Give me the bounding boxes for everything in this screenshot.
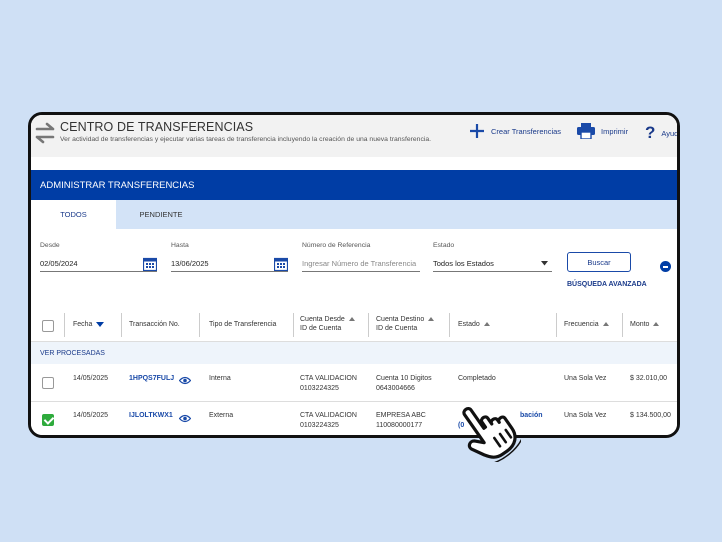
create-transfer-button[interactable]: Crear Transferencias <box>469 123 561 139</box>
desde-date-field[interactable]: 02/05/2024 <box>40 257 157 272</box>
page-title: CENTRO DE TRANSFERENCIAS <box>60 120 254 134</box>
estado-label: Estado <box>433 242 455 249</box>
row-estado: Completado <box>458 375 496 382</box>
table-header: Fecha Transacción No. Tipo de Transferen… <box>31 308 677 342</box>
row-cuenta-desde: CTA VALIDACION 0103224325 <box>300 412 357 429</box>
row-estado-link[interactable]: bación <box>520 411 543 421</box>
column-divider <box>556 313 557 337</box>
column-monto[interactable]: Monto <box>630 320 660 329</box>
eye-icon[interactable] <box>179 414 191 423</box>
column-transaccion: Transacción No. <box>129 321 180 328</box>
page-header: CENTRO DE TRANSFERENCIAS Ver actividad d… <box>31 115 677 157</box>
screenshot-frame: CENTRO DE TRANSFERENCIAS Ver actividad d… <box>28 112 680 438</box>
hand-pointer-icon <box>462 407 521 462</box>
help-label: Ayud <box>661 128 677 138</box>
group-row: VER PROCESADAS <box>31 342 677 364</box>
eye-icon[interactable] <box>179 376 191 385</box>
row-tipo: Interna <box>209 375 231 382</box>
column-cuenta-desde[interactable]: Cuenta Desde ID de Cuenta <box>300 315 355 333</box>
row-checkbox[interactable] <box>42 414 54 426</box>
row-monto: $ 32.010,00 <box>630 375 667 382</box>
row-checkbox[interactable] <box>42 377 54 389</box>
table-row[interactable]: 14/05/2025 IJLOLTKWX1 Externa CTA VALIDA… <box>31 402 677 435</box>
table-row[interactable]: 14/05/2025 1HPQS7FULJ Interna CTA VALIDA… <box>31 364 677 402</box>
search-button[interactable]: Buscar <box>567 252 631 272</box>
section-title: ADMINISTRAR TRANSFERENCIAS <box>40 180 195 191</box>
column-frecuencia[interactable]: Frecuencia <box>564 320 609 329</box>
sort-icon <box>483 322 490 327</box>
estado-value: Todos los Estados <box>433 259 494 268</box>
estado-select[interactable]: Todos los Estados <box>433 257 552 272</box>
sort-icon <box>653 322 660 327</box>
column-fecha[interactable]: Fecha <box>73 320 105 329</box>
sort-icon <box>348 317 355 322</box>
column-cuenta-destino[interactable]: Cuenta Destino ID de Cuenta <box>376 315 435 333</box>
desde-label: Desde <box>40 242 60 249</box>
row-transaccion-link[interactable]: 1HPQS7FULJ <box>129 374 174 384</box>
minus-circle-icon[interactable] <box>660 261 671 272</box>
sort-icon <box>428 317 435 322</box>
calendar-icon[interactable] <box>274 257 288 271</box>
row-cuenta-destino: EMPRESA ABC 110080000177 <box>376 412 426 429</box>
column-divider <box>121 313 122 337</box>
tab-bar: TODOS PENDIENTE <box>31 200 677 229</box>
referencia-input[interactable]: Ingresar Número de Transferencia <box>302 257 420 272</box>
hasta-label: Hasta <box>171 242 189 249</box>
help-icon: ? <box>645 123 656 142</box>
row-fecha: 14/05/2025 <box>73 375 109 382</box>
print-button[interactable]: Imprimir <box>577 123 628 139</box>
row-monto: $ 134.500,00 <box>630 412 671 419</box>
hasta-date-field[interactable]: 13/06/2025 <box>171 257 288 272</box>
desde-value: 02/05/2024 <box>40 259 78 268</box>
page-subtitle: Ver actividad de transferencias y ejecut… <box>60 136 432 143</box>
print-label: Imprimir <box>601 126 629 136</box>
row-transaccion-link[interactable]: IJLOLTKWX1 <box>129 411 173 421</box>
column-tipo: Tipo de Transferencia <box>209 321 277 328</box>
printer-icon <box>577 123 595 139</box>
chevron-down-icon <box>541 261 548 266</box>
row-cuenta-desde: CTA VALIDACION 0103224325 <box>300 375 357 392</box>
tab-todos[interactable]: TODOS <box>31 200 116 229</box>
sort-icon <box>602 322 609 327</box>
plus-icon <box>470 124 484 138</box>
create-transfer-label: Crear Transferencias <box>491 126 562 136</box>
help-button[interactable]: ? Ayud <box>645 123 677 143</box>
select-all-checkbox[interactable] <box>42 320 54 332</box>
column-divider <box>368 313 369 337</box>
swap-arrows-icon <box>35 122 55 144</box>
column-divider <box>293 313 294 337</box>
sort-desc-icon <box>96 321 105 327</box>
column-divider <box>449 313 450 337</box>
tab-pendiente[interactable]: PENDIENTE <box>116 200 206 229</box>
calendar-icon[interactable] <box>143 257 157 271</box>
column-estado[interactable]: Estado <box>458 320 490 329</box>
view-processed-link[interactable]: VER PROCESADAS <box>40 350 105 357</box>
column-divider <box>64 313 65 337</box>
referencia-label: Número de Referencia <box>302 242 371 249</box>
row-tipo: Externa <box>209 412 234 419</box>
row-frecuencia: Una Sola Vez <box>564 375 607 382</box>
row-cuenta-destino: Cuenta 10 Digitos 0643004666 <box>376 375 432 392</box>
row-frecuencia: Una Sola Vez <box>564 412 607 419</box>
column-divider <box>622 313 623 337</box>
hasta-value: 13/06/2025 <box>171 259 209 268</box>
app-viewport: CENTRO DE TRANSFERENCIAS Ver actividad d… <box>31 115 677 435</box>
section-banner: ADMINISTRAR TRANSFERENCIAS <box>31 170 677 200</box>
advanced-search-link[interactable]: BÚSQUEDA AVANZADA <box>567 281 647 288</box>
column-divider <box>199 313 200 337</box>
row-fecha: 14/05/2025 <box>73 412 109 419</box>
